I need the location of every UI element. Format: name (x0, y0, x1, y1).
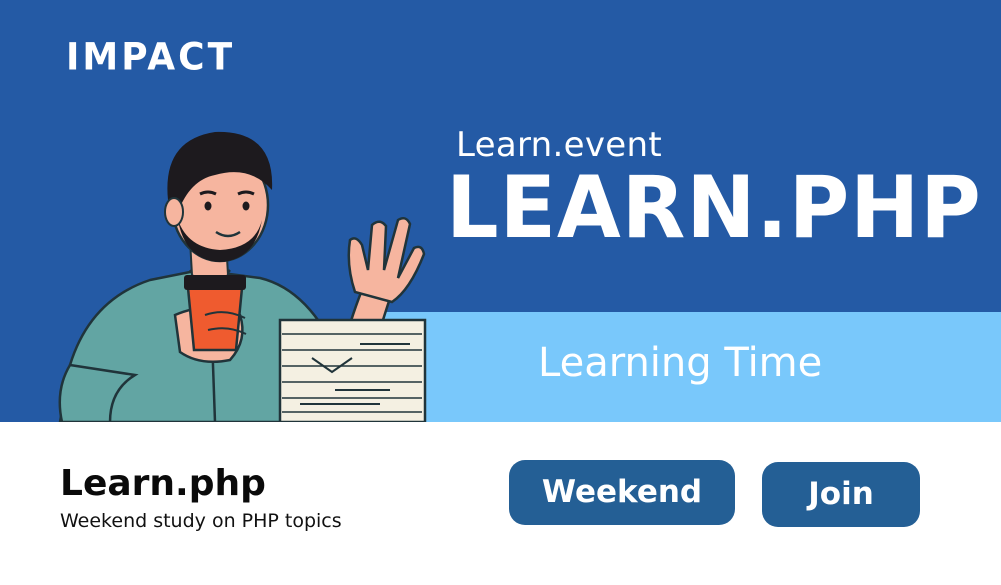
waving-hand (347, 216, 426, 304)
ribbon-text: Learning Time (538, 340, 823, 386)
hero-subtitle: Learn.event (456, 125, 662, 165)
right-eye (242, 201, 250, 211)
event-description: Weekend study on PHP topics (60, 510, 342, 532)
paper-stack (278, 318, 427, 422)
coffee-lid (184, 275, 246, 290)
brand-logo: IMPACT (66, 35, 236, 79)
event-title: Learn.php (60, 463, 266, 504)
hero-headline: LEARN.PHP (446, 158, 982, 258)
ear-shape (164, 197, 184, 227)
join-button[interactable]: Join (762, 462, 920, 527)
man-with-coffee-illustration (58, 131, 427, 422)
coffee-cup (186, 286, 244, 352)
left-eye (204, 201, 212, 211)
weekend-button[interactable]: Weekend (509, 460, 735, 525)
